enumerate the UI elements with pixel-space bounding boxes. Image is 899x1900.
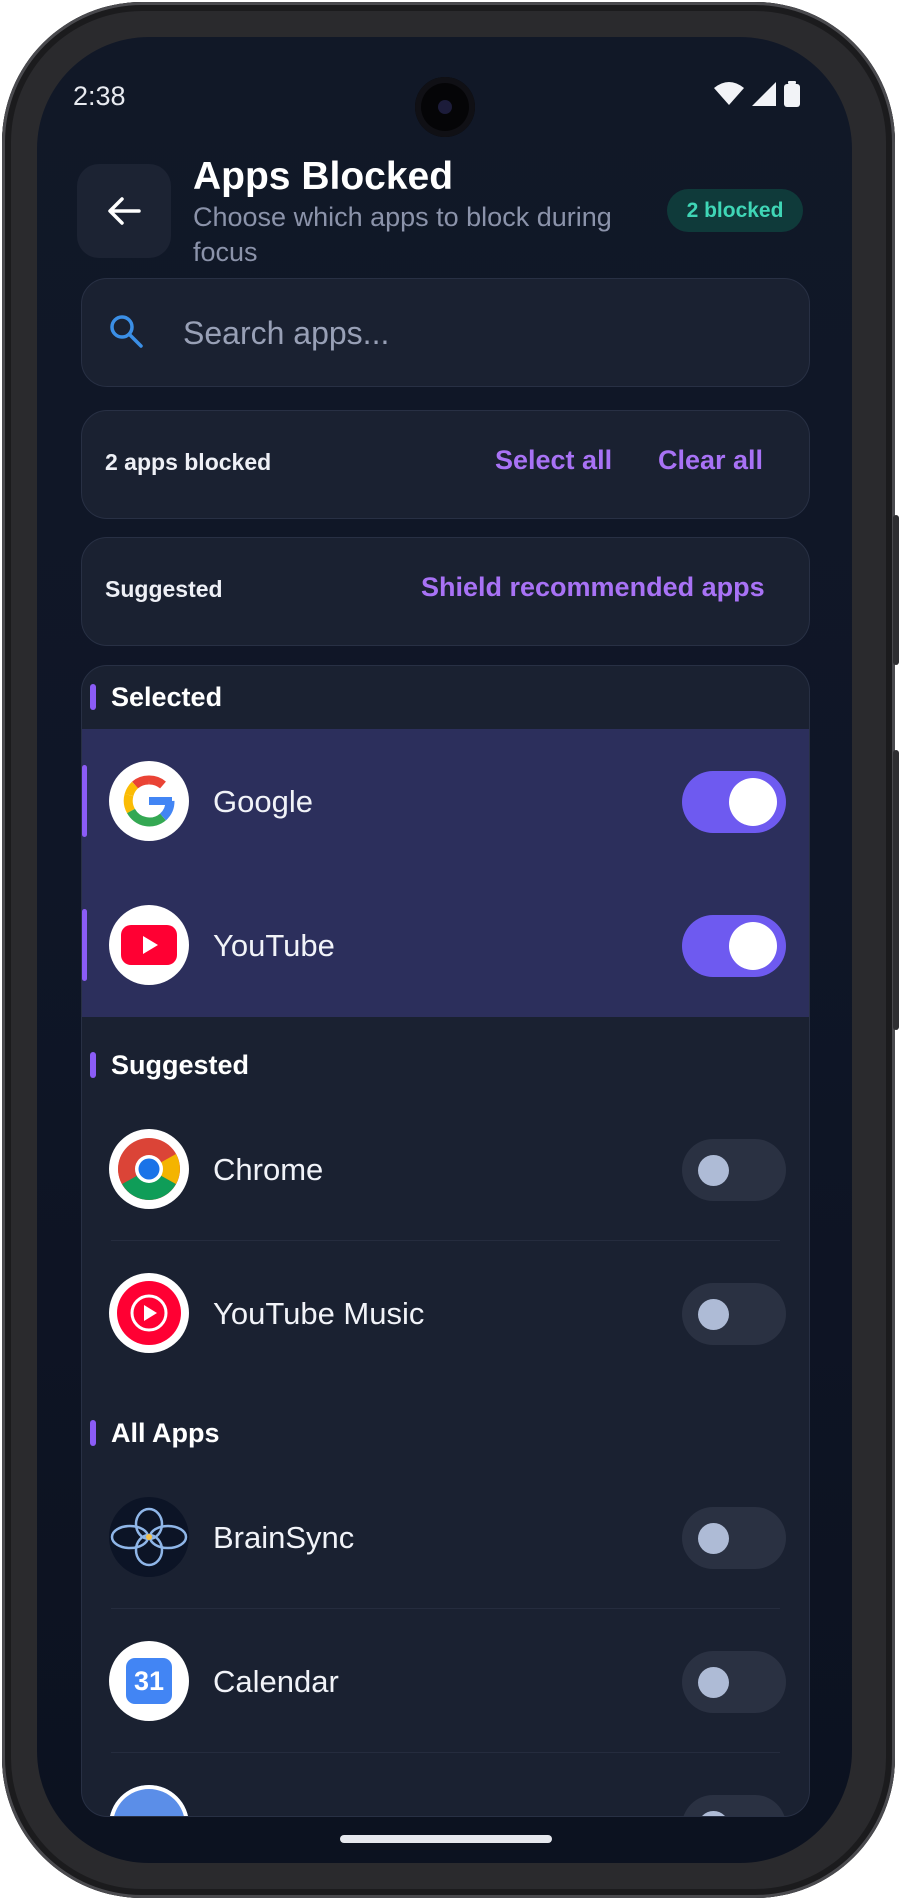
google-icon [109, 761, 189, 841]
app-name: Google [213, 784, 313, 819]
app-name: YouTube [213, 928, 335, 963]
section-title: Selected [111, 682, 223, 712]
back-button[interactable] [77, 164, 171, 258]
status-time: 2:38 [73, 81, 126, 111]
app-name: BrainSync [213, 1520, 355, 1555]
youtube-icon [109, 905, 189, 985]
app-row-youtube-music[interactable]: YouTube Music [82, 1241, 809, 1385]
app-row-youtube[interactable]: YouTube [82, 873, 809, 1017]
volume-button [893, 515, 899, 665]
blocked-count-badge: 2 blocked [667, 189, 803, 232]
section-header-selected: Selected [82, 666, 809, 726]
battery-icon [784, 81, 800, 107]
toggle-knob [698, 1667, 729, 1698]
app-row-calendar[interactable]: 31 Calendar [82, 1609, 809, 1753]
calendar-icon: 31 [109, 1641, 189, 1721]
app-toggle[interactable] [682, 1651, 786, 1713]
blocked-summary-bar: 2 apps blocked Select all Clear all [81, 410, 810, 519]
app-toggle[interactable] [682, 1283, 786, 1345]
youtube-music-icon [109, 1273, 189, 1353]
shield-recommended-button[interactable]: Shield recommended apps [421, 572, 765, 603]
app-toggle[interactable] [682, 915, 786, 977]
section-title: All Apps [111, 1418, 220, 1448]
page-title: Apps Blocked [193, 155, 454, 198]
page-subtitle: Choose which apps to block during focus [193, 202, 612, 267]
toggle-knob [729, 778, 777, 826]
selected-accent [82, 765, 87, 837]
arrow-left-icon [108, 197, 141, 225]
section-header-all-apps: All Apps [82, 1402, 809, 1462]
suggested-bar: Suggested Shield recommended apps [81, 537, 810, 646]
app-toggle[interactable] [682, 1139, 786, 1201]
front-camera [415, 77, 475, 137]
calendar-icon-date: 31 [126, 1658, 172, 1704]
toggle-knob [698, 1155, 729, 1186]
app-toggle[interactable] [682, 771, 786, 833]
app-row-google[interactable]: Google [82, 729, 809, 873]
status-icons [714, 81, 800, 107]
section-accent [90, 1052, 96, 1078]
app-row-brainsync[interactable]: BrainSync [82, 1465, 809, 1609]
app-name: Chrome [213, 1152, 324, 1187]
chrome-icon [109, 1129, 189, 1209]
app-toggle[interactable] [682, 1507, 786, 1569]
app-screen: 2:38 Apps Blocked Choose which apps to b… [37, 37, 852, 1863]
app-name: YouTube Music [213, 1296, 425, 1331]
section-accent [90, 684, 96, 710]
power-button [893, 750, 899, 1030]
section-accent [90, 1420, 96, 1446]
app-list: Selected Google YouTube Suggested Chrome… [81, 665, 810, 1817]
search-icon [110, 315, 143, 348]
clear-all-button[interactable]: Clear all [658, 445, 763, 476]
section-header-suggested: Suggested [82, 1034, 809, 1094]
toggle-knob [729, 922, 777, 970]
search-bar[interactable] [81, 278, 810, 387]
toggle-knob [698, 1299, 729, 1330]
blocked-count-label: 2 apps blocked [105, 449, 272, 475]
brainsync-icon [109, 1497, 189, 1577]
app-toggle[interactable] [682, 1795, 786, 1816]
app-row-partial[interactable] [82, 1753, 809, 1816]
wifi-icon [714, 82, 744, 105]
app-icon-partial [109, 1785, 189, 1816]
toggle-knob [698, 1811, 729, 1816]
app-row-chrome[interactable]: Chrome [82, 1097, 809, 1241]
signal-icon [752, 82, 776, 106]
selected-accent [82, 909, 87, 981]
suggested-label: Suggested [105, 576, 223, 602]
search-input[interactable] [183, 304, 763, 362]
app-name: Calendar [213, 1664, 339, 1699]
home-indicator[interactable] [340, 1835, 552, 1843]
select-all-button[interactable]: Select all [495, 445, 612, 476]
toggle-knob [698, 1523, 729, 1554]
section-title: Suggested [111, 1050, 250, 1080]
